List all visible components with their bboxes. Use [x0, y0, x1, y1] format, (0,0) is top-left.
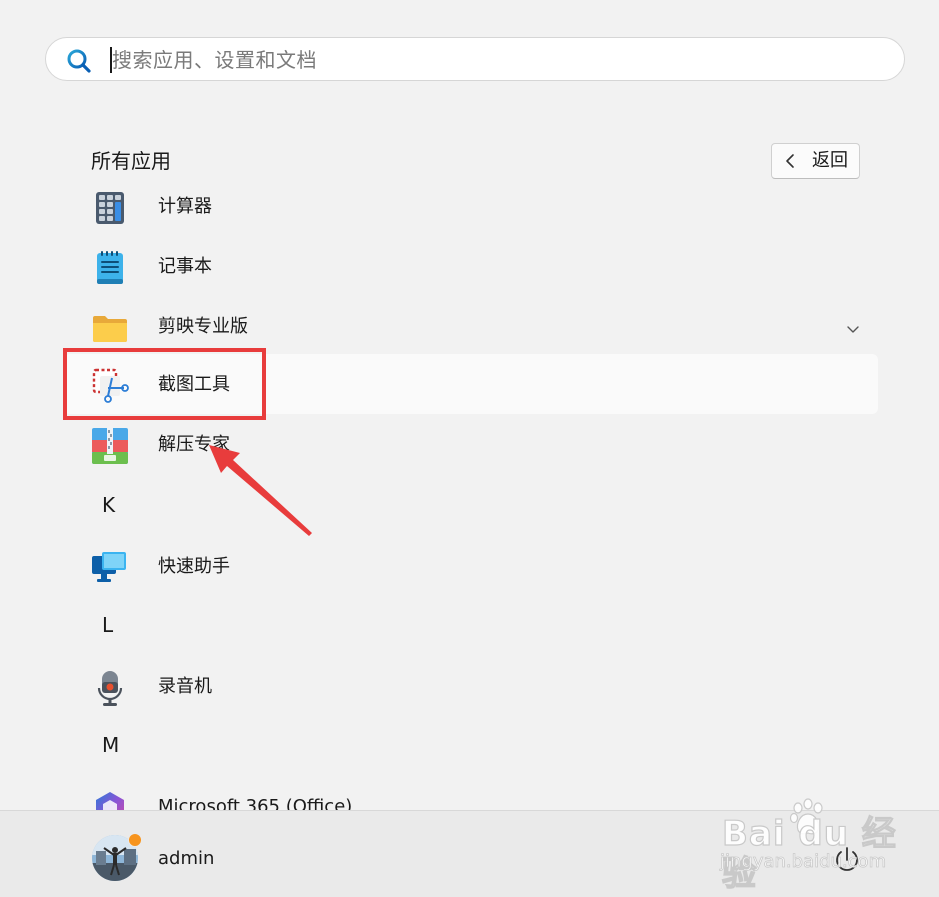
- app-item-zip-expert[interactable]: 解压专家: [64, 414, 878, 474]
- app-item-snipping-tool[interactable]: 截图工具: [64, 354, 878, 414]
- notepad-icon: [90, 248, 130, 288]
- app-list: 计算器 记事本 剪映专业版 截图工具 解压专家 K 快速助手 L 录音机 M M…: [0, 0, 939, 810]
- app-item-microsoft-365[interactable]: Microsoft 365 (Office): [64, 776, 878, 810]
- app-label: 计算器: [158, 196, 212, 217]
- folder-icon: [90, 308, 130, 348]
- app-label: 记事本: [158, 256, 212, 277]
- app-item-quick-assist[interactable]: 快速助手: [64, 536, 878, 596]
- app-item-voice-recorder[interactable]: 录音机: [64, 656, 878, 716]
- app-label: 快速助手: [158, 556, 230, 577]
- calculator-icon: [90, 188, 130, 228]
- zip-archive-icon: [90, 426, 130, 466]
- app-label: 录音机: [158, 676, 212, 697]
- app-label: 剪映专业版: [158, 316, 248, 337]
- app-label: 解压专家: [158, 434, 230, 455]
- microsoft-365-icon: [90, 788, 130, 810]
- app-item-calculator[interactable]: 计算器: [64, 176, 878, 236]
- snipping-tool-icon: [90, 366, 130, 406]
- quick-assist-icon: [90, 548, 130, 588]
- voice-recorder-icon: [90, 668, 130, 708]
- letter-header-k[interactable]: K: [102, 492, 115, 518]
- app-label: 截图工具: [158, 374, 230, 395]
- app-item-notepad[interactable]: 记事本: [64, 236, 878, 296]
- letter-header-l[interactable]: L: [102, 612, 113, 638]
- power-icon[interactable]: [830, 843, 864, 877]
- app-item-jianying-folder[interactable]: 剪映专业版: [64, 296, 878, 356]
- letter-header-m[interactable]: M: [102, 732, 119, 758]
- start-footer: admin: [0, 810, 939, 897]
- username[interactable]: admin: [158, 847, 214, 871]
- presence-badge: [128, 833, 142, 847]
- chevron-down-icon[interactable]: [846, 320, 860, 333]
- app-label: Microsoft 365 (Office): [158, 796, 353, 810]
